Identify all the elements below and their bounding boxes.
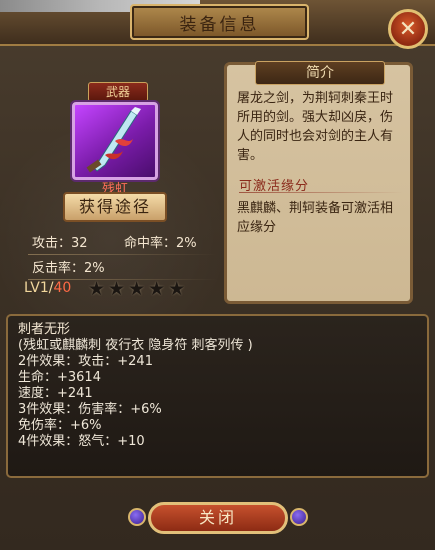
fate-description: 黑麒麟、荆轲装备可激活相应缘分 [237,201,394,235]
star-icon: ★ [128,278,146,300]
star-icon: ★ [108,278,126,300]
close-x-icon: ✕ [398,16,418,42]
get-path-button[interactable]: 获得途径 [63,192,167,222]
close-x-button[interactable]: ✕ [388,9,428,49]
star-rating: ★ ★ ★ ★ ★ [88,278,185,300]
suit-effect-line: 3件效果：伤害率：+6% [18,402,162,417]
stats-block: 攻击：32 命中率：2% 反击率：2% [28,230,218,280]
suit-panel: 刺者无形 (残虹或麒麟刺 夜行衣 隐身符 刺客列传 ) 2件效果：攻击：+241… [6,314,429,478]
suit-effect-line: 速度：+241 [18,386,93,401]
page-title: 装备信息 [179,14,260,35]
stat-row-1: 攻击：32 命中率：2% [28,230,218,255]
star-icon: ★ [148,278,166,300]
title-bar: 装备信息 [0,0,435,46]
close-button[interactable]: 关闭 [148,502,288,534]
counter-rate-stat: 反击率：2% [32,261,105,276]
star-icon: ★ [168,278,186,300]
intro-panel: 简介 屠龙之剑，为荆轲刺秦王时所用的剑。强大却凶戾，伤人的同时也会对剑的主人有害… [224,61,413,304]
item-category-tag: 武器 [88,82,148,102]
stat-row-2: 反击率：2% [28,255,218,280]
level-display: LV1/40 [24,280,71,296]
star-icon: ★ [88,278,106,300]
hit-rate-stat: 命中率：2% [124,236,197,251]
level-current: LV1/ [24,280,54,296]
level-max: 40 [53,280,72,296]
suit-effects-list: 2件效果：攻击：+241 生命：+3614 速度：+241 3件效果：伤害率：+6% 免… [18,354,417,450]
sword-icon [86,107,141,173]
intro-description: 屠龙之剑，为荆轲刺秦王时所用的剑。强大却凶戾，伤人的同时也会对剑的主人有害。 [237,91,394,163]
suit-effect-line: 免伤率：+6% [18,418,102,433]
divider [239,192,403,193]
equipment-info-panel: 装备信息 ✕ 武器 残虹 获得途径 攻击：32 命中率：2% 反击率：2% LV… [0,0,435,550]
suit-effect-line: 4件效果：怒气：+10 [18,434,145,449]
suit-effect-line: 2件效果：攻击：+241 [18,354,153,369]
orb-ornament-icon [290,508,308,526]
suit-effect-line: 生命：+3614 [18,370,101,385]
orb-ornament-icon [128,508,146,526]
item-icon-frame [72,102,158,180]
title-plaque: 装备信息 [130,4,309,40]
suit-name: 刺者无形 [18,322,71,337]
suit-members: (残虹或麒麟刺 夜行衣 隐身符 刺客列传 ) [18,338,253,353]
intro-tab: 简介 [255,61,385,85]
attack-stat: 攻击：32 [32,236,88,251]
footer-bar: 关闭 [128,498,308,540]
